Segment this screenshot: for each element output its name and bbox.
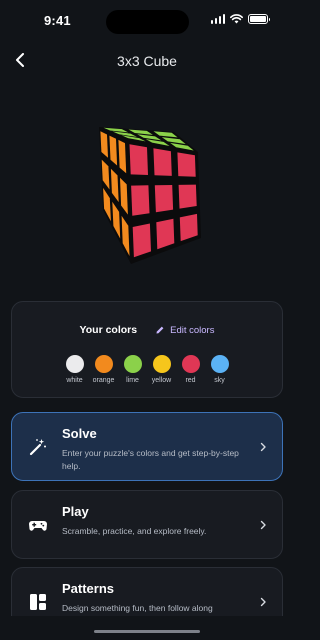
home-indicator	[94, 630, 200, 633]
status-icons	[210, 14, 270, 24]
play-description: Scramble, practice, and explore freely.	[62, 526, 207, 536]
front-sticker	[178, 184, 197, 209]
color-swatch-red: red	[180, 355, 201, 384]
solve-title: Solve	[62, 426, 97, 441]
swatch-dot	[123, 355, 142, 373]
swatch-dot	[210, 355, 229, 373]
solve-description: Enter your puzzle's colors and get step-…	[62, 448, 239, 471]
color-swatch-white: white	[64, 355, 85, 384]
front-sticker	[153, 148, 172, 176]
color-swatch-orange: orange	[93, 355, 114, 384]
gamepad-icon	[28, 515, 48, 535]
chevron-right-icon	[260, 520, 266, 530]
chevron-right-icon	[260, 442, 266, 452]
page-title: 3x3 Cube	[117, 53, 177, 69]
bottom-fade	[0, 616, 294, 640]
play-title: Play	[62, 504, 89, 519]
swatch-label: yellow	[151, 377, 172, 384]
front-sticker	[154, 185, 174, 213]
swatch-label: red	[185, 377, 196, 384]
swatch-label: white	[66, 377, 83, 384]
wifi-icon	[230, 14, 243, 24]
dynamic-island	[106, 10, 189, 34]
patterns-description: Design something fun, then follow along	[62, 603, 213, 613]
front-sticker	[132, 223, 151, 258]
swatch-label: sky	[214, 377, 225, 384]
swatch-dot	[65, 355, 84, 373]
battery-icon	[248, 14, 270, 24]
play-card[interactable]: Play Scramble, practice, and explore fre…	[11, 490, 283, 559]
status-bar: 9:41	[0, 0, 294, 44]
color-swatches: white orange lime yellow red sky	[12, 355, 282, 384]
cellular-signal-icon	[210, 14, 225, 24]
cube-3d-view[interactable]	[70, 110, 240, 280]
color-swatch-yellow: yellow	[151, 355, 172, 384]
front-sticker	[129, 144, 148, 175]
your-colors-heading: Your colors	[79, 324, 138, 336]
colors-card: Your colors Edit colors white orange lime y…	[11, 301, 283, 398]
chevron-right-icon	[260, 597, 266, 607]
color-swatch-lime: lime	[122, 355, 143, 384]
edit-colors-label: Edit colors	[170, 324, 215, 336]
front-sticker	[131, 185, 150, 216]
nav-bar: 3x3 Cube	[0, 44, 294, 78]
solve-card[interactable]: Solve Enter your puzzle's colors and get…	[11, 412, 283, 481]
pencil-icon	[156, 326, 164, 334]
patterns-title: Patterns	[62, 581, 115, 596]
color-swatch-sky: sky	[209, 355, 230, 384]
edit-colors-button[interactable]: Edit colors	[155, 325, 214, 336]
magic-wand-icon	[28, 437, 48, 457]
swatch-label: lime	[126, 377, 139, 384]
rubiks-cube-illustration	[99, 127, 201, 264]
swatch-dot	[94, 355, 113, 373]
front-sticker	[177, 152, 196, 177]
swatch-dot	[152, 355, 171, 373]
grid-layout-icon	[28, 592, 48, 612]
swatch-dot	[181, 355, 200, 373]
status-time: 9:41	[44, 13, 71, 28]
swatch-label: orange	[92, 377, 115, 384]
